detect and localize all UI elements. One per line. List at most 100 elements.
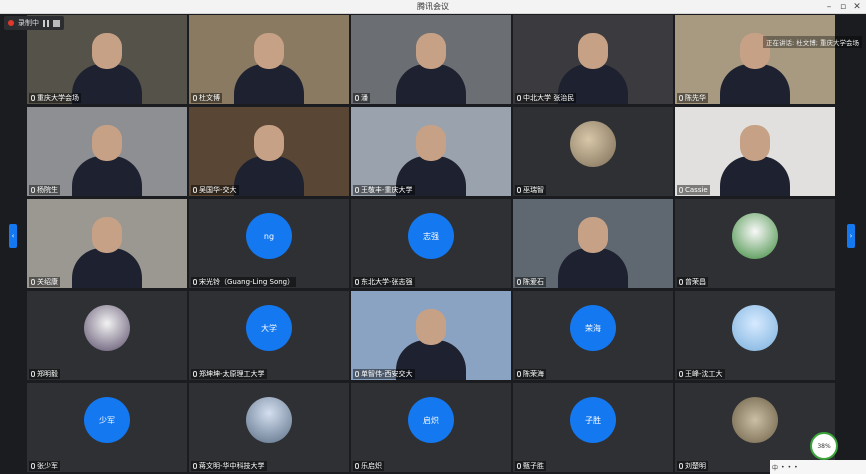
- recording-bar: 录制中: [4, 16, 64, 30]
- participant-tile[interactable]: 子胜 甄子胜: [513, 383, 673, 472]
- participant-tile[interactable]: 杨院生: [27, 107, 187, 196]
- participant-video: [578, 33, 608, 69]
- participant-tile[interactable]: 陈先华: [675, 15, 835, 104]
- participant-name: 王峰-沈工大: [685, 370, 723, 378]
- participant-name: 潘: [361, 94, 368, 102]
- participant-video: [92, 217, 122, 253]
- close-icon[interactable]: ✕: [850, 0, 864, 14]
- maximize-icon[interactable]: ▫: [836, 0, 850, 14]
- participant-tile[interactable]: 少军 张少军: [27, 383, 187, 472]
- participant-video: [92, 33, 122, 69]
- participant-name: 关绍康: [37, 278, 58, 286]
- participant-tile[interactable]: ng 宋光铃（Guang-Ling Song）: [189, 199, 349, 288]
- microphone-icon: [679, 279, 683, 285]
- title-bar: 腾讯会议 – ▫ ✕: [0, 0, 866, 14]
- microphone-icon: [31, 187, 35, 193]
- ime-indicator[interactable]: 中: [772, 463, 778, 472]
- participant-avatar: 启炽: [408, 397, 454, 444]
- participant-name: 陈爱石: [523, 278, 544, 286]
- participant-video-body: [72, 248, 142, 288]
- participant-tile[interactable]: 单智伟-西安交大: [351, 291, 511, 380]
- recording-dot-icon: [8, 20, 14, 26]
- video-grid: 重庆大学会场 杜文博 潘 中北大学 张治民 陈先华杨院生 吴国华-交大 王敬丰-重庆大学 巫瑞…: [27, 15, 837, 472]
- participant-name: Cassie: [685, 186, 708, 194]
- participant-tile[interactable]: 吴国华-交大: [189, 107, 349, 196]
- participant-tile[interactable]: 巫瑞智: [513, 107, 673, 196]
- participant-tile[interactable]: 蒋文明-华中科技大学: [189, 383, 349, 472]
- participant-name-label: 刘楚明: [677, 461, 708, 471]
- participant-video-body: [558, 248, 628, 288]
- microphone-icon: [355, 187, 359, 193]
- microphone-icon: [679, 463, 683, 469]
- network-percent: 38%: [817, 442, 831, 450]
- microphone-icon: [355, 463, 359, 469]
- participant-tile[interactable]: 关绍康: [27, 199, 187, 288]
- participant-tile[interactable]: 志强东北大学-张志强: [351, 199, 511, 288]
- participant-tile[interactable]: 曾荣昌: [675, 199, 835, 288]
- tray-icon[interactable]: •: [781, 464, 785, 471]
- participant-video: [578, 217, 608, 253]
- participant-name-label: 重庆大学会场: [29, 93, 81, 103]
- participant-video-body: [234, 156, 304, 196]
- participant-name: 甄子胜: [523, 462, 544, 470]
- participant-tile[interactable]: 启炽 乐启炽: [351, 383, 511, 472]
- participant-name-label: 陈荣海: [515, 369, 546, 379]
- participant-tile[interactable]: 郑明毅: [27, 291, 187, 380]
- participant-name: 单智伟-西安交大: [361, 370, 413, 378]
- microphone-icon: [679, 95, 683, 101]
- network-speed-badge: 38%: [810, 432, 838, 460]
- participant-name-label: 陈先华: [677, 93, 708, 103]
- participant-name-label: 关绍康: [29, 277, 60, 287]
- participant-video: [92, 125, 122, 161]
- microphone-icon: [193, 279, 197, 285]
- microphone-icon: [679, 371, 683, 377]
- participant-name-label: 王峰-沈工大: [677, 369, 725, 379]
- stop-recording-icon[interactable]: [53, 19, 60, 27]
- participant-name-label: 杨院生: [29, 185, 60, 195]
- speaking-indicator: 正在讲话: 杜文博; 重庆大学会场: [762, 36, 862, 48]
- participant-tile[interactable]: 王敬丰-重庆大学: [351, 107, 511, 196]
- microphone-icon: [517, 279, 521, 285]
- participant-name: 王敬丰-重庆大学: [361, 186, 413, 194]
- participant-name: 吴国华-交大: [199, 186, 237, 194]
- microphone-icon: [517, 95, 521, 101]
- participant-name-label: 郑坤坤-太原理工大学: [191, 369, 267, 379]
- recording-label: 录制中: [18, 19, 39, 27]
- microphone-icon: [193, 95, 197, 101]
- participant-name: 宋光铃（Guang-Ling Song）: [199, 278, 295, 286]
- next-page-button[interactable]: ›: [847, 224, 855, 248]
- participant-tile[interactable]: 刘楚明: [675, 383, 835, 472]
- participant-name: 曾荣昌: [685, 278, 706, 286]
- participant-name-label: 潘: [353, 93, 370, 103]
- tray-icon[interactable]: •: [794, 464, 798, 471]
- participant-tile[interactable]: 陈爱石: [513, 199, 673, 288]
- participant-name-label: 中北大学 张治民: [515, 93, 577, 103]
- participant-avatar: [246, 397, 292, 444]
- participant-video: [416, 33, 446, 69]
- participant-tile[interactable]: Cassie: [675, 107, 835, 196]
- participant-name-label: 甄子胜: [515, 461, 546, 471]
- participant-avatar: [732, 397, 778, 444]
- participant-avatar: 志强: [408, 213, 454, 260]
- participant-tile[interactable]: 大学郑坤坤-太原理工大学: [189, 291, 349, 380]
- participant-tile[interactable]: 王峰-沈工大: [675, 291, 835, 380]
- participant-video-body: [720, 156, 790, 196]
- participant-video: [254, 33, 284, 69]
- pause-recording-icon[interactable]: [43, 19, 49, 27]
- participant-tile[interactable]: 杜文博: [189, 15, 349, 104]
- participant-name: 蒋文明-华中科技大学: [199, 462, 265, 470]
- participant-tile[interactable]: 潘: [351, 15, 511, 104]
- participant-name: 陈先华: [685, 94, 706, 102]
- minimize-icon[interactable]: –: [822, 0, 836, 14]
- participant-tile[interactable]: 中北大学 张治民: [513, 15, 673, 104]
- previous-page-button[interactable]: ‹: [9, 224, 17, 248]
- tray-icon[interactable]: •: [788, 464, 792, 471]
- participant-name: 巫瑞智: [523, 186, 544, 194]
- participant-video-body: [720, 64, 790, 104]
- window-title: 腾讯会议: [417, 2, 449, 11]
- participant-name: 东北大学-张志强: [361, 278, 413, 286]
- participant-name-label: 单智伟-西安交大: [353, 369, 415, 379]
- participant-avatar: [84, 305, 130, 352]
- participant-avatar: 大学: [246, 305, 292, 352]
- participant-tile[interactable]: 荣海 陈荣海: [513, 291, 673, 380]
